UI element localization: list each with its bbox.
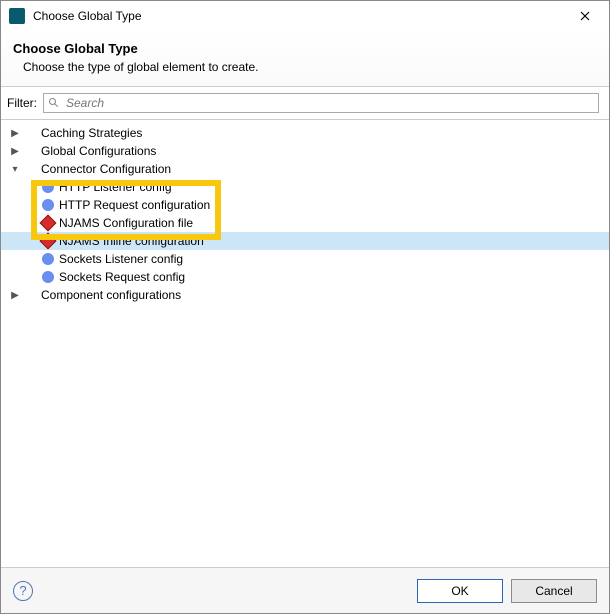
close-icon xyxy=(580,11,590,21)
tree-leaf-label: Sockets Request config xyxy=(59,270,185,284)
chevron-right-icon[interactable]: ▶ xyxy=(7,290,23,301)
tree-node-global-configurations[interactable]: ▶ Global Configurations xyxy=(1,142,609,160)
tree-leaf-label: NJAMS Configuration file xyxy=(59,216,193,230)
dialog-footer: ? OK Cancel xyxy=(1,567,609,613)
window-title: Choose Global Type xyxy=(33,9,565,23)
search-icon xyxy=(48,97,60,109)
tree-leaf-http-request-configuration[interactable]: HTTP Request configuration xyxy=(1,196,609,214)
tree-node-component-configurations[interactable]: ▶ Component configurations xyxy=(1,286,609,304)
cancel-button[interactable]: Cancel xyxy=(511,579,597,603)
config-icon xyxy=(41,270,55,284)
chevron-right-icon[interactable]: ▶ xyxy=(7,128,23,139)
help-icon: ? xyxy=(19,583,26,598)
ok-button[interactable]: OK xyxy=(417,579,503,603)
config-icon xyxy=(41,198,55,212)
config-icon xyxy=(41,180,55,194)
dialog-header: Choose Global Type Choose the type of gl… xyxy=(1,31,609,87)
config-icon xyxy=(41,252,55,266)
close-button[interactable] xyxy=(565,2,605,30)
tree-node-caching-strategies[interactable]: ▶ Caching Strategies xyxy=(1,124,609,142)
type-tree[interactable]: ▶ Caching Strategies ▶ Global Configurat… xyxy=(1,119,609,539)
tree-node-connector-configuration[interactable]: ▾ Connector Configuration xyxy=(1,160,609,178)
button-label: Cancel xyxy=(535,584,572,598)
tree-leaf-sockets-request-config[interactable]: Sockets Request config xyxy=(1,268,609,286)
header-subtitle: Choose the type of global element to cre… xyxy=(13,60,593,74)
filter-row: Filter: xyxy=(1,87,609,119)
tree-leaf-http-listener-config[interactable]: HTTP Listener config xyxy=(1,178,609,196)
button-label: OK xyxy=(451,584,468,598)
tree-node-label: Component configurations xyxy=(41,288,181,302)
tree-leaf-label: Sockets Listener config xyxy=(59,252,183,266)
tree-leaf-njams-inline-configuration[interactable]: NJAMS Inline configuration xyxy=(1,232,609,250)
njams-icon xyxy=(41,234,55,248)
tree-leaf-njams-configuration-file[interactable]: NJAMS Configuration file xyxy=(1,214,609,232)
search-wrap[interactable] xyxy=(43,93,599,113)
app-icon xyxy=(9,8,25,24)
tree-leaf-sockets-listener-config[interactable]: Sockets Listener config xyxy=(1,250,609,268)
tree-leaf-label: HTTP Listener config xyxy=(59,180,172,194)
help-button[interactable]: ? xyxy=(13,581,33,601)
chevron-down-icon[interactable]: ▾ xyxy=(7,164,23,175)
header-title: Choose Global Type xyxy=(13,41,593,56)
search-input[interactable] xyxy=(64,95,594,111)
tree-node-label: Caching Strategies xyxy=(41,126,142,140)
tree-leaf-label: HTTP Request configuration xyxy=(59,198,210,212)
chevron-right-icon[interactable]: ▶ xyxy=(7,146,23,157)
tree-leaf-label: NJAMS Inline configuration xyxy=(59,234,204,248)
tree-node-label: Connector Configuration xyxy=(41,162,171,176)
titlebar: Choose Global Type xyxy=(1,1,609,31)
tree-node-label: Global Configurations xyxy=(41,144,156,158)
njams-icon xyxy=(41,216,55,230)
filter-label: Filter: xyxy=(7,96,37,110)
